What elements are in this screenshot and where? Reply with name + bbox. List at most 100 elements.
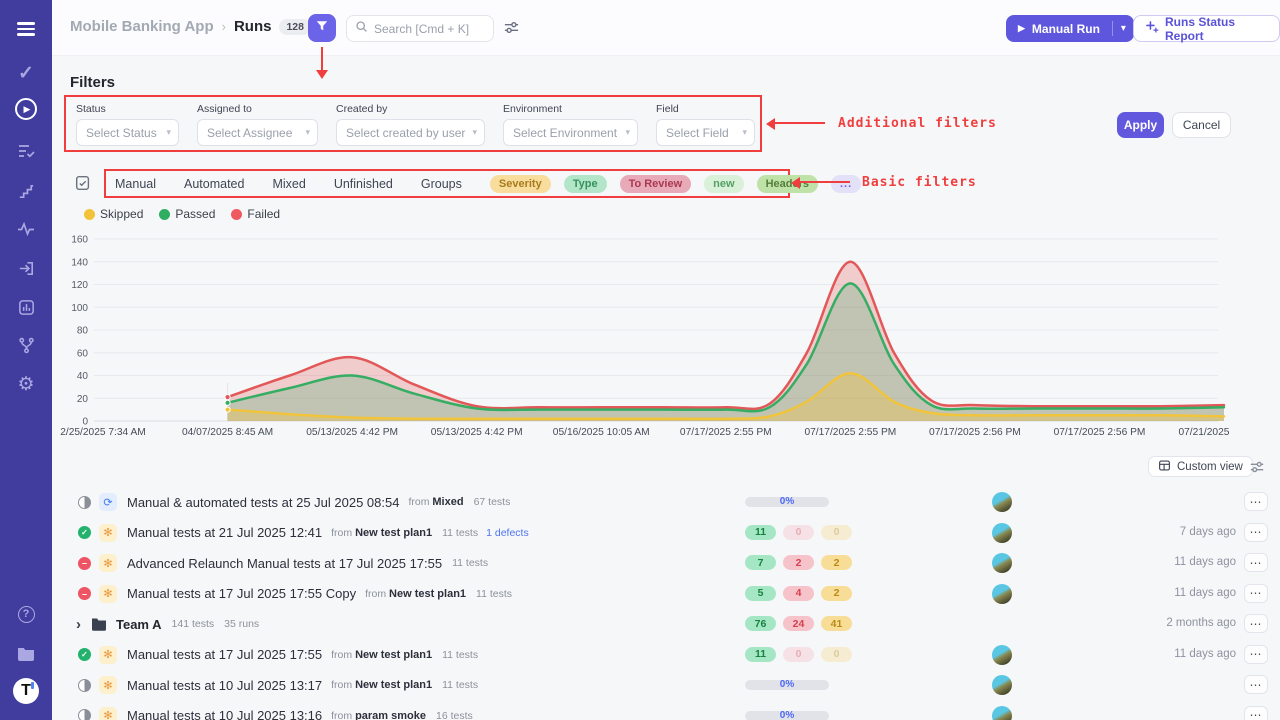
run-timestamp: 11 days ago: [1174, 648, 1236, 660]
svg-text:05/13/2025 4:42 PM: 05/13/2025 4:42 PM: [306, 427, 398, 438]
svg-text:2/25/2025 7:34 AM: 2/25/2025 7:34 AM: [60, 427, 146, 438]
tab-automated[interactable]: Automated: [184, 177, 244, 191]
skipped-count-badge: 41: [821, 616, 852, 631]
tab-manual[interactable]: Manual: [115, 177, 156, 191]
search-settings-sliders-icon[interactable]: [503, 19, 520, 41]
help-icon[interactable]: ?: [0, 599, 52, 629]
tag-new[interactable]: new: [704, 175, 743, 193]
filter-select-created-by[interactable]: Select created by user ▾: [336, 119, 485, 146]
settings-gear-icon[interactable]: ⚙: [0, 369, 52, 399]
custom-view-button[interactable]: Custom view: [1148, 456, 1253, 477]
table-row[interactable]: ✓✻Manual tests at 17 Jul 2025 17:55from …: [64, 640, 1270, 671]
runs-play-icon[interactable]: ▶: [0, 94, 52, 124]
avatar: [992, 645, 1012, 665]
manual-run-button[interactable]: ▶ Manual Run ▾: [1006, 15, 1134, 42]
tag-type[interactable]: Type: [564, 175, 607, 193]
svg-text:05/13/2025 4:42 PM: 05/13/2025 4:42 PM: [431, 427, 523, 438]
filter-label: Created by: [336, 103, 485, 115]
runs-table: ⟳Manual & automated tests at 25 Jul 2025…: [64, 487, 1270, 720]
filter-group-environment: EnvironmentSelect Environment▾: [503, 103, 638, 150]
docs-folder-icon[interactable]: [0, 638, 52, 668]
run-from: from New test plan1: [331, 649, 432, 661]
ellipsis-icon: ⋯: [1250, 495, 1263, 509]
tab-mixed[interactable]: Mixed: [272, 177, 305, 191]
legend-dot: [231, 209, 242, 220]
ellipsis-icon: ⋯: [1250, 586, 1263, 600]
play-icon: ▶: [1018, 23, 1025, 34]
tag-severity[interactable]: Severity: [490, 175, 551, 193]
cancel-button[interactable]: Cancel: [1172, 112, 1231, 138]
table-row[interactable]: –✻Manual tests at 17 Jul 2025 17:55 Copy…: [64, 579, 1270, 610]
run-title: Manual tests at 21 Jul 2025 12:41: [127, 525, 322, 540]
breadcrumb-page: Runs: [234, 18, 272, 35]
filter-select-status[interactable]: Select Status▾: [76, 119, 179, 146]
search-box[interactable]: [346, 15, 494, 42]
more-button[interactable]: ⋯: [1244, 706, 1268, 720]
sync-icon: ⟳: [99, 493, 117, 511]
search-input[interactable]: [374, 22, 485, 36]
select-placeholder: Select created by user: [346, 126, 465, 140]
filter-group-created-by: Created by Select created by user ▾: [336, 103, 485, 150]
group-row[interactable]: ›Team A141 tests35 runs7624412 months ag…: [64, 609, 1270, 640]
pulse-activity-icon[interactable]: [0, 214, 52, 244]
more-button[interactable]: ⋯: [1244, 614, 1268, 633]
filter-toggle-button[interactable]: [308, 14, 336, 42]
bulk-edit-checklist-icon[interactable]: [74, 174, 92, 197]
tag-to-review[interactable]: To Review: [620, 175, 692, 193]
status-failed-icon: –: [78, 557, 91, 570]
chevron-down-icon: ▾: [166, 127, 171, 138]
ellipsis-icon: ⋯: [1250, 556, 1263, 570]
filter-label: Assigned to: [197, 103, 318, 115]
filter-select-assigned-to[interactable]: Select Assignee▾: [197, 119, 318, 146]
table-row[interactable]: ✻Manual tests at 10 Jul 2025 13:16from p…: [64, 701, 1270, 720]
branches-icon[interactable]: [0, 330, 52, 360]
more-button[interactable]: ⋯: [1244, 584, 1268, 603]
analytics-chart-icon[interactable]: [0, 292, 52, 322]
svg-text:04/07/2025 8:45 AM: 04/07/2025 8:45 AM: [182, 427, 273, 438]
avatar: [992, 523, 1012, 543]
more-button[interactable]: ⋯: [1244, 553, 1268, 572]
table-row[interactable]: ✓✻Manual tests at 21 Jul 2025 12:41from …: [64, 518, 1270, 549]
chevron-right-icon[interactable]: ›: [76, 616, 81, 633]
manual-run-dropdown[interactable]: ▾: [1112, 21, 1134, 36]
svg-text:40: 40: [77, 371, 89, 382]
more-tags-button[interactable]: ...: [831, 175, 861, 193]
defects-link[interactable]: 1 defects: [486, 527, 529, 539]
status-passed-icon: ✓: [78, 526, 91, 539]
logo-icon[interactable]: T: [0, 676, 52, 706]
basic-filters-bar: Manual Automated Mixed Unfinished Groups Seve…: [104, 169, 790, 198]
failed-count-badge: 24: [783, 616, 814, 631]
breadcrumb-project[interactable]: Mobile Banking App: [70, 18, 214, 35]
more-button[interactable]: ⋯: [1244, 675, 1268, 694]
skipped-count-badge: 0: [821, 647, 852, 662]
svg-text:160: 160: [71, 235, 88, 246]
filter-select-environment[interactable]: Select Environment▾: [503, 119, 638, 146]
more-button[interactable]: ⋯: [1244, 492, 1268, 511]
view-settings-sliders-icon[interactable]: [1249, 459, 1265, 480]
apply-button[interactable]: Apply: [1117, 112, 1164, 138]
tests-check-icon[interactable]: ✓: [0, 58, 52, 88]
filter-label: Field: [656, 103, 755, 115]
result-badges: 1100: [745, 525, 852, 540]
more-button[interactable]: ⋯: [1244, 523, 1268, 542]
more-button[interactable]: ⋯: [1244, 645, 1268, 664]
manual-run-label: Manual Run: [1032, 22, 1100, 36]
legend-item-passed[interactable]: Passed: [159, 207, 215, 221]
milestones-steps-icon[interactable]: [0, 176, 52, 206]
import-icon[interactable]: [0, 253, 52, 283]
runs-status-report-button[interactable]: Runs Status Report: [1133, 15, 1280, 42]
legend-item-skipped[interactable]: Skipped: [84, 207, 143, 221]
table-row[interactable]: ⟳Manual & automated tests at 25 Jul 2025…: [64, 487, 1270, 518]
filter-select-field[interactable]: Select Field▾: [656, 119, 755, 146]
tab-groups[interactable]: Groups: [421, 177, 462, 191]
result-badges: 542: [745, 586, 852, 601]
tag-headers[interactable]: Headers: [757, 175, 818, 193]
chevron-down-icon: ▾: [472, 127, 477, 138]
menu-icon[interactable]: [0, 14, 52, 44]
test-plans-icon[interactable]: [0, 136, 52, 166]
table-row[interactable]: –✻Advanced Relaunch Manual tests at 17 J…: [64, 548, 1270, 579]
tab-unfinished[interactable]: Unfinished: [334, 177, 393, 191]
run-tests-count: 11 tests: [442, 679, 478, 691]
table-row[interactable]: ✻Manual tests at 10 Jul 2025 13:17from N…: [64, 670, 1270, 701]
legend-item-failed[interactable]: Failed: [231, 207, 280, 221]
